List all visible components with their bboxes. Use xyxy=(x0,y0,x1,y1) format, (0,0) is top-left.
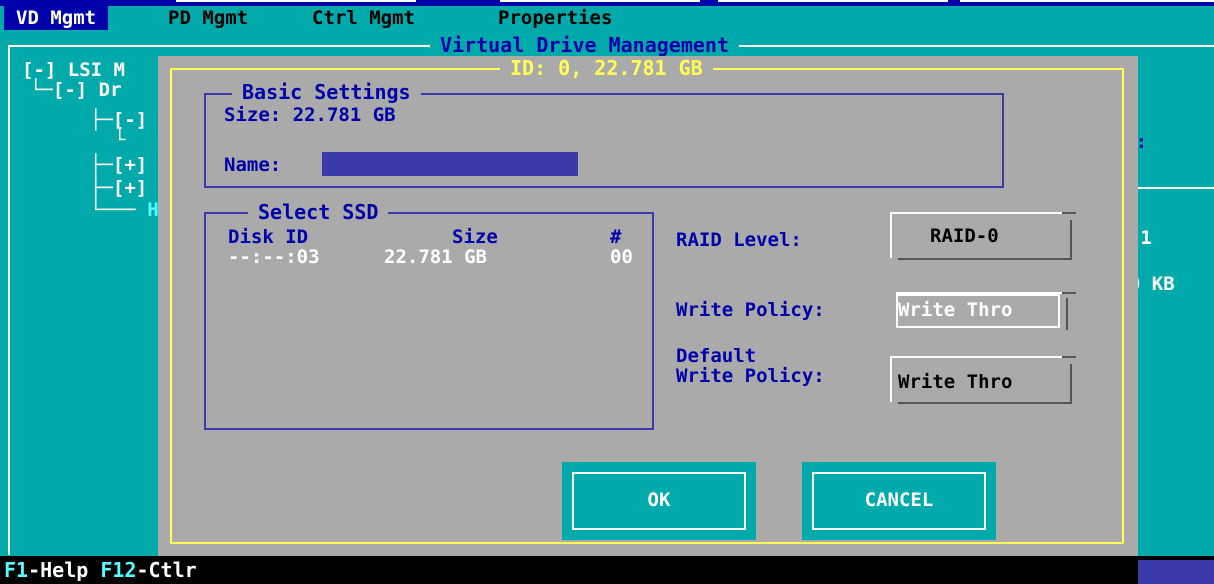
combo-edge xyxy=(1062,356,1076,358)
combo-edge xyxy=(890,356,1062,358)
column-header-number: # xyxy=(610,226,622,248)
tree-node[interactable]: ├─[+] xyxy=(90,155,147,175)
tree-hotspare-node[interactable]: └─── H xyxy=(90,200,159,220)
f1-description: -Help xyxy=(28,558,101,582)
status-bar-end xyxy=(1138,560,1214,584)
cancel-label: CANCEL xyxy=(864,489,934,511)
default-write-policy-value: Write Thro xyxy=(898,371,1013,393)
cancel-button[interactable]: CANCEL xyxy=(802,462,996,540)
status-hints: F1-Help F12-Ctlr xyxy=(4,560,197,580)
f1-key[interactable]: F1 xyxy=(4,558,28,582)
basic-settings-title: Basic Settings xyxy=(232,82,421,102)
f12-key[interactable]: F12 xyxy=(100,558,136,582)
default-write-policy-select[interactable]: Write Thro xyxy=(890,356,1076,404)
combo-edge xyxy=(898,258,1072,260)
column-header-disk-id: Disk ID xyxy=(228,226,309,248)
name-input[interactable] xyxy=(322,152,578,176)
ok-label: OK xyxy=(647,489,671,511)
top-strip-segment xyxy=(176,0,416,2)
top-strip-segment xyxy=(500,0,700,2)
raid-level-label: RAID Level: xyxy=(676,229,802,251)
top-strip-segment xyxy=(718,0,948,2)
tree-node[interactable]: ├─[-] xyxy=(90,110,147,130)
size-label: Size: 22.781 GB xyxy=(224,104,396,126)
f12-description: -Ctlr xyxy=(136,558,197,582)
combo-edge xyxy=(1062,292,1076,294)
dialog-title: ID: 0, 22.781 GB xyxy=(500,58,713,78)
combo-edge xyxy=(1070,220,1072,260)
tree-drives-node[interactable]: └─[-] Dr xyxy=(30,80,122,100)
tree-hot-prefix: └─── xyxy=(90,199,148,221)
raid-level-value: RAID-0 xyxy=(930,225,999,247)
write-policy-select[interactable]: Write Thro xyxy=(890,292,1076,330)
menu-properties[interactable]: Properties xyxy=(498,8,612,28)
ok-button[interactable]: OK xyxy=(562,462,756,540)
combo-edge xyxy=(890,212,892,258)
ssd-row-size[interactable]: 22.781 GB xyxy=(384,247,487,267)
tree-node[interactable]: ├─[+] xyxy=(90,178,147,198)
menu-ctrl-mgmt[interactable]: Ctrl Mgmt xyxy=(312,8,415,28)
menu-bar: VD Mgmt PD Mgmt Ctrl Mgmt Properties xyxy=(0,6,1214,30)
ssd-row-number[interactable]: 00 xyxy=(610,247,633,267)
write-policy-label: Write Policy: xyxy=(676,299,825,321)
tree-root-controller[interactable]: [-] LSI M xyxy=(22,60,125,80)
panel-title: Virtual Drive Management xyxy=(430,35,739,55)
column-header-size: Size xyxy=(452,226,498,248)
write-policy-value: Write Thro xyxy=(898,299,1013,321)
select-ssd-title: Select SSD xyxy=(248,202,389,222)
combo-edge xyxy=(890,356,892,402)
combo-edge xyxy=(1066,298,1068,330)
combo-edge xyxy=(898,402,1072,404)
tree-hot-letter: H xyxy=(147,199,159,221)
combo-edge xyxy=(890,212,1062,214)
default-write-policy-label: Default xyxy=(676,345,757,367)
panel-frame xyxy=(8,45,10,555)
ssd-row-disk-id[interactable]: --:--:03 xyxy=(228,247,320,267)
combo-edge xyxy=(1070,364,1072,404)
top-strip-segment xyxy=(960,0,1214,2)
menu-vd-mgmt[interactable]: VD Mgmt xyxy=(4,6,109,30)
default-write-policy-label: Write Policy: xyxy=(676,365,825,387)
menu-pd-mgmt[interactable]: PD Mgmt xyxy=(168,8,248,28)
raid-level-select[interactable]: RAID-0 xyxy=(890,212,1076,260)
name-label: Name: xyxy=(224,154,282,176)
combo-edge xyxy=(1062,212,1076,214)
tree-node: └ xyxy=(114,129,126,151)
